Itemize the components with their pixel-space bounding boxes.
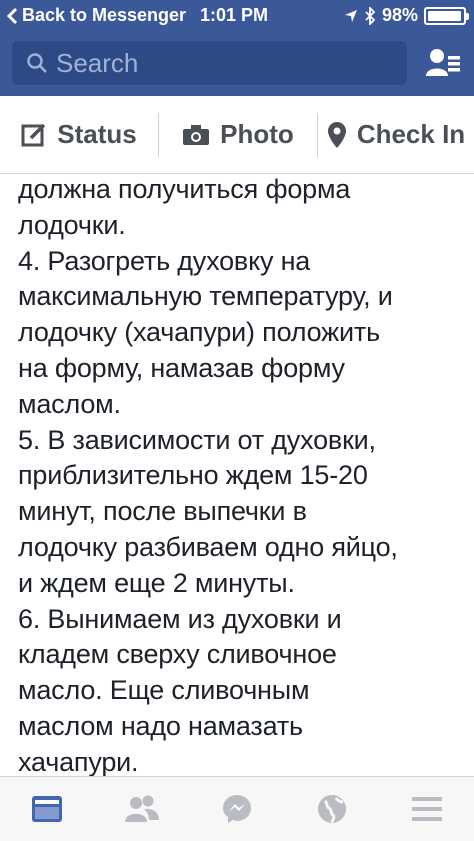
post-text-line: маслом. bbox=[18, 388, 121, 419]
photo-button[interactable]: Photo bbox=[159, 107, 317, 163]
globe-icon bbox=[317, 795, 346, 824]
post-text-line: 6. Вынимаем из духовки и bbox=[18, 603, 342, 634]
post-text-line: кладем сверху сливочное bbox=[18, 639, 337, 670]
composer-bar: Status Photo Check In bbox=[0, 96, 474, 174]
top-navigation-bar: Back to Messenger 1:01 PM 98% bbox=[0, 0, 474, 96]
clock: 1:01 PM bbox=[200, 5, 269, 25]
post-text-line: 5. В зависимости от духовки, bbox=[18, 424, 376, 455]
tab-more[interactable] bbox=[397, 784, 457, 834]
search-bar[interactable] bbox=[12, 41, 407, 85]
post-text-line: приблизительно ждем 15-20 bbox=[18, 460, 368, 491]
post-text-line: маслом надо намазать bbox=[18, 710, 303, 741]
tab-friends[interactable] bbox=[112, 784, 172, 834]
post-text-line: и ждем еще 2 минуты. bbox=[18, 567, 295, 598]
battery-percent: 98% bbox=[381, 5, 418, 25]
search-input[interactable] bbox=[56, 47, 376, 79]
tab-news-feed[interactable] bbox=[17, 784, 77, 834]
post-text-line: хачапури. bbox=[18, 746, 139, 776]
post-text-line: должна получиться форма bbox=[18, 174, 351, 204]
photo-label: Photo bbox=[220, 119, 294, 149]
post-text: должна получиться форма лодочки. 4. Разогр… bbox=[18, 172, 468, 776]
back-to-messenger-link[interactable]: Back to Messenger bbox=[6, 5, 186, 26]
post-text-line: максимальную температуру, и bbox=[18, 281, 393, 312]
bluetooth-icon bbox=[365, 6, 376, 25]
tab-notifications[interactable] bbox=[302, 784, 362, 834]
search-icon bbox=[27, 53, 47, 73]
status-bar: Back to Messenger 1:01 PM 98% bbox=[0, 0, 474, 32]
tab-messenger[interactable] bbox=[207, 784, 267, 834]
status-indicators: 98% bbox=[344, 5, 469, 26]
check-in-button[interactable]: Check In bbox=[318, 107, 474, 163]
friend-requests-button[interactable] bbox=[424, 44, 464, 82]
messenger-icon bbox=[222, 795, 251, 823]
battery-level-fill bbox=[428, 10, 462, 21]
post-text-line: минут, после выпечки в bbox=[18, 496, 307, 527]
friend-requests-icon bbox=[426, 49, 460, 76]
status-label: Status bbox=[57, 119, 137, 149]
friends-icon bbox=[125, 795, 160, 822]
post-text-line: лодочку разбиваем одно яйцо, bbox=[18, 531, 398, 562]
battery-icon bbox=[424, 6, 469, 25]
location-arrow-icon bbox=[344, 9, 357, 22]
back-label: Back to Messenger bbox=[22, 5, 187, 25]
location-pin-icon bbox=[327, 121, 346, 148]
menu-icon bbox=[411, 797, 442, 821]
post-text-line: на форму, намазав форму bbox=[18, 352, 345, 383]
camera-icon bbox=[183, 124, 210, 145]
bottom-tab-bar bbox=[0, 776, 474, 841]
back-arrow-icon bbox=[6, 7, 18, 24]
post-text-line: масло. Еще сливочным bbox=[18, 675, 310, 706]
post-text-line: 4. Разогреть духовку на bbox=[18, 245, 311, 276]
status-button[interactable]: Status bbox=[0, 107, 158, 163]
edit-icon bbox=[21, 123, 46, 146]
check-in-label: Check In bbox=[356, 119, 466, 149]
post-text-line: лодочки. bbox=[18, 209, 126, 240]
post-text-line: лодочку (хачапури) положить bbox=[18, 317, 380, 348]
news-feed-icon bbox=[32, 796, 63, 822]
